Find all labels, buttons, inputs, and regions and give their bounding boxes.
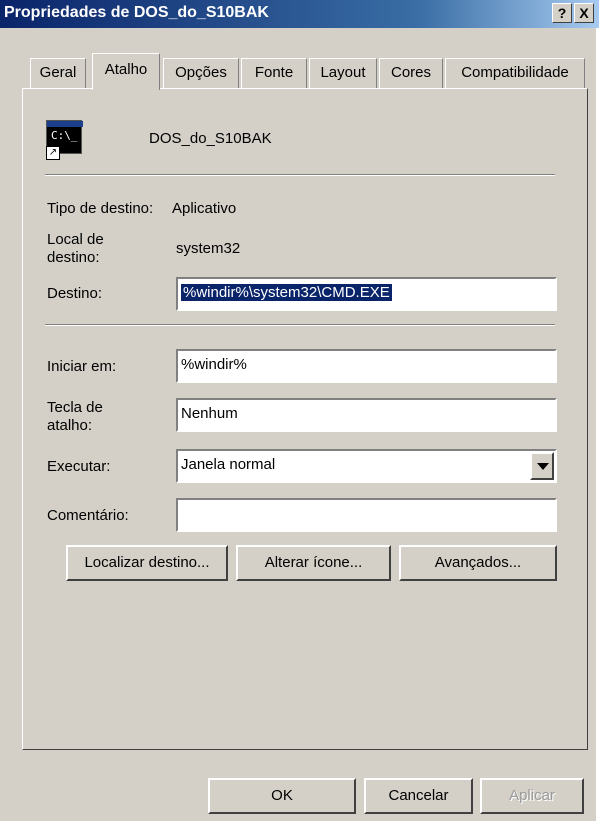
target-location-label-2: destino:	[47, 249, 100, 266]
title-bar[interactable]: Propriedades de DOS_do_S10BAK ? X	[0, 0, 599, 28]
run-select[interactable]: Janela normal	[176, 449, 557, 483]
find-target-button[interactable]: Localizar destino...	[66, 545, 228, 581]
chevron-down-icon[interactable]	[530, 452, 554, 480]
tab-compatibilidade[interactable]: Compatibilidade	[445, 58, 585, 88]
tab-fonte[interactable]: Fonte	[241, 58, 307, 88]
separator	[45, 174, 555, 176]
close-button[interactable]: X	[574, 3, 594, 23]
separator	[45, 324, 555, 326]
properties-window: Propriedades de DOS_do_S10BAK ? X Geral …	[0, 0, 599, 821]
tab-opcoes[interactable]: Opções	[163, 58, 239, 88]
apply-button[interactable]: Aplicar	[480, 778, 584, 814]
tab-cores[interactable]: Cores	[379, 58, 443, 88]
target-field[interactable]: %windir%\system32\CMD.EXE	[176, 277, 557, 311]
target-location-label: Local de	[47, 231, 104, 248]
hotkey-label: Tecla de	[47, 399, 103, 416]
ok-button[interactable]: OK	[208, 778, 356, 814]
comment-label: Comentário:	[47, 507, 129, 524]
target-type-value: Aplicativo	[172, 200, 237, 217]
run-select-value: Janela normal	[181, 456, 276, 473]
run-label: Executar:	[47, 458, 111, 475]
target-type-label: Tipo de destino:	[47, 200, 154, 217]
start-in-label: Iniciar em:	[47, 358, 117, 375]
cmd-shortcut-icon: C:\_ ↗	[46, 120, 83, 162]
tab-geral[interactable]: Geral	[30, 58, 86, 88]
start-in-field[interactable]: %windir%	[176, 349, 557, 383]
hotkey-field[interactable]: Nenhum	[176, 398, 557, 432]
advanced-button[interactable]: Avançados...	[399, 545, 557, 581]
comment-field[interactable]	[176, 498, 557, 532]
change-icon-button[interactable]: Alterar ícone...	[236, 545, 391, 581]
help-button[interactable]: ?	[552, 3, 572, 23]
shortcut-name: DOS_do_S10BAK	[149, 130, 272, 147]
tab-layout[interactable]: Layout	[309, 58, 377, 88]
target-value: %windir%\system32\CMD.EXE	[181, 284, 392, 301]
window-title: Propriedades de DOS_do_S10BAK	[4, 4, 269, 21]
tab-atalho[interactable]: Atalho	[92, 53, 160, 90]
hotkey-label-2: atalho:	[47, 417, 93, 434]
target-location-value: system32	[176, 240, 241, 257]
target-label: Destino:	[47, 285, 103, 302]
cancel-button[interactable]: Cancelar	[364, 778, 473, 814]
